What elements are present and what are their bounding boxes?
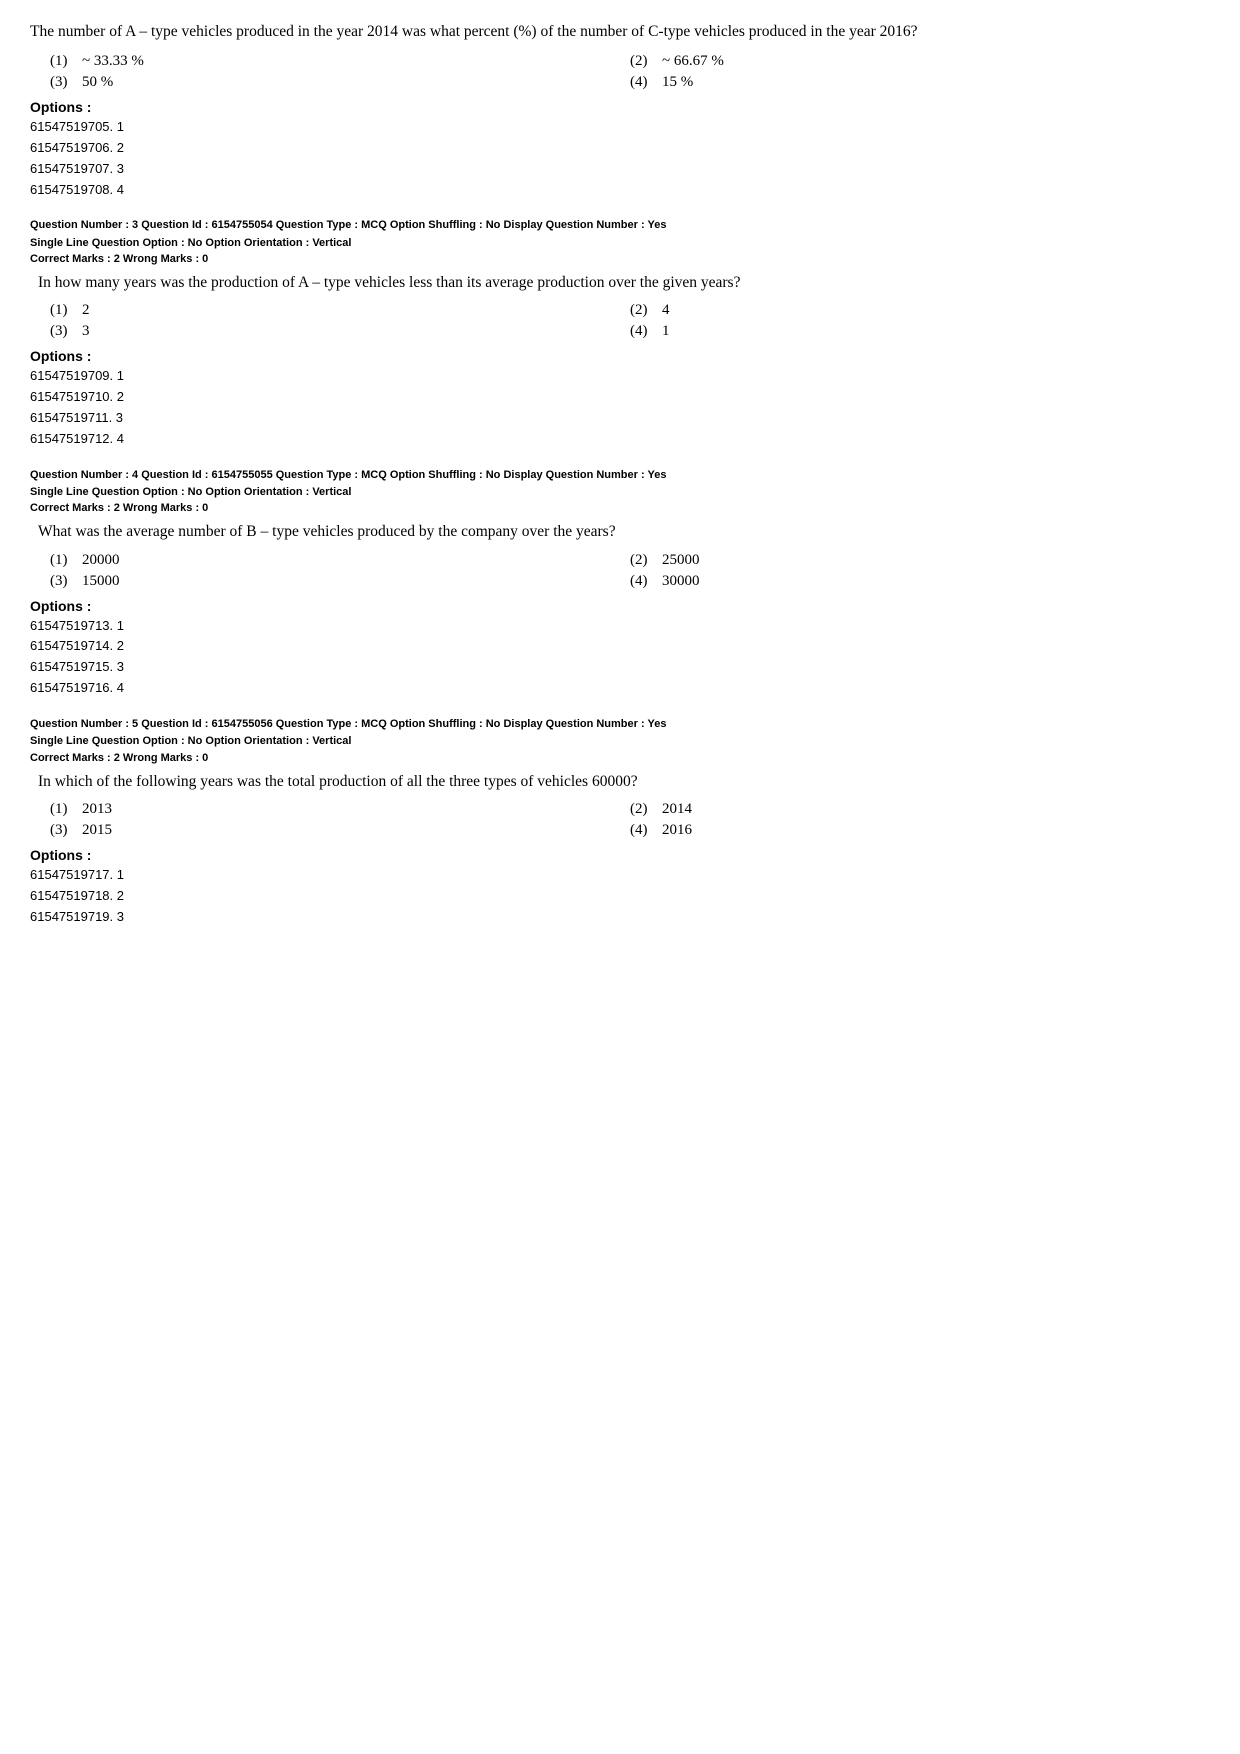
q4-opt-id-2: 61547519714. 2 xyxy=(30,636,1210,657)
q5-option-2: (2) 2014 xyxy=(630,801,1210,818)
q3-opt4-num: (4) xyxy=(630,323,650,340)
q5-opt4-num: (4) xyxy=(630,822,650,839)
q2-opt3-num: (3) xyxy=(50,74,70,91)
q4-options-grid: (1) 20000 (2) 25000 (3) 15000 (4) 30000 xyxy=(50,552,1210,590)
q3-question-text: In how many years was the production of … xyxy=(30,271,1210,294)
q2-opt2-val: ~ 66.67 % xyxy=(662,53,724,70)
q5-options-grid: (1) 2013 (2) 2014 (3) 2015 (4) 2016 xyxy=(50,801,1210,839)
q4-options-label: Options : xyxy=(30,598,1210,614)
q2-options-label: Options : xyxy=(30,99,1210,115)
q5-opt1-val: 2013 xyxy=(82,801,112,818)
q4-opt-id-3: 61547519715. 3 xyxy=(30,657,1210,678)
q2-option-2: (2) ~ 66.67 % xyxy=(630,53,1210,70)
q2-opt4-val: 15 % xyxy=(662,74,693,91)
q3-opt-id-4: 61547519712. 4 xyxy=(30,429,1210,450)
q5-option-1: (1) 2013 xyxy=(50,801,630,818)
q2-opt3-val: 50 % xyxy=(82,74,113,91)
q3-opt-id-2: 61547519710. 2 xyxy=(30,387,1210,408)
q5-opt-id-2: 61547519718. 2 xyxy=(30,886,1210,907)
q5-opt1-num: (1) xyxy=(50,801,70,818)
q4-option-4: (4) 30000 xyxy=(630,573,1210,590)
q4-opt2-num: (2) xyxy=(630,552,650,569)
q2-opt-id-1: 61547519705. 1 xyxy=(30,117,1210,138)
q3-option-1: (1) 2 xyxy=(50,302,630,319)
q3-opt1-val: 2 xyxy=(82,302,90,319)
q2-opt1-num: (1) xyxy=(50,53,70,70)
q5-meta-line2: Single Line Question Option : No Option … xyxy=(30,734,1210,749)
q4-meta-line1: Question Number : 4 Question Id : 615475… xyxy=(30,468,1210,483)
q3-correct-marks: Correct Marks : 2 Wrong Marks : 0 xyxy=(30,253,1210,265)
q5-option-4: (4) 2016 xyxy=(630,822,1210,839)
q5-opt3-num: (3) xyxy=(50,822,70,839)
q3-opt1-num: (1) xyxy=(50,302,70,319)
q4-opt-id-4: 61547519716. 4 xyxy=(30,678,1210,699)
q2-option-4: (4) 15 % xyxy=(630,74,1210,91)
q2-opt-id-2: 61547519706. 2 xyxy=(30,138,1210,159)
q3-options-list: 61547519709. 1 61547519710. 2 6154751971… xyxy=(30,366,1210,449)
q4-opt1-val: 20000 xyxy=(82,552,120,569)
q2-opt-id-3: 61547519707. 3 xyxy=(30,159,1210,180)
q3-option-2: (2) 4 xyxy=(630,302,1210,319)
q4-opt4-num: (4) xyxy=(630,573,650,590)
q5-opt-id-1: 61547519717. 1 xyxy=(30,865,1210,886)
q4-correct-marks: Correct Marks : 2 Wrong Marks : 0 xyxy=(30,502,1210,514)
q3-options-grid: (1) 2 (2) 4 (3) 3 (4) 1 xyxy=(50,302,1210,340)
question-3-block: Question Number : 3 Question Id : 615475… xyxy=(30,218,1210,449)
q4-option-1: (1) 20000 xyxy=(50,552,630,569)
q2-opt1-val: ~ 33.33 % xyxy=(82,53,144,70)
q5-opt-id-3: 61547519719. 3 xyxy=(30,907,1210,928)
q5-options-list: 61547519717. 1 61547519718. 2 6154751971… xyxy=(30,865,1210,927)
q3-opt2-val: 4 xyxy=(662,302,670,319)
q3-meta-line2: Single Line Question Option : No Option … xyxy=(30,236,1210,251)
q2-opt4-num: (4) xyxy=(630,74,650,91)
q5-opt2-val: 2014 xyxy=(662,801,692,818)
q4-option-3: (3) 15000 xyxy=(50,573,630,590)
q3-option-3: (3) 3 xyxy=(50,323,630,340)
q4-opt3-val: 15000 xyxy=(82,573,120,590)
intro-text: The number of A – type vehicles produced… xyxy=(30,20,1210,43)
q4-question-text: What was the average number of B – type … xyxy=(30,520,1210,543)
q4-opt4-val: 30000 xyxy=(662,573,700,590)
q4-option-2: (2) 25000 xyxy=(630,552,1210,569)
q3-option-4: (4) 1 xyxy=(630,323,1210,340)
q3-opt2-num: (2) xyxy=(630,302,650,319)
q5-opt2-num: (2) xyxy=(630,801,650,818)
q2-option-3: (3) 50 % xyxy=(50,74,630,91)
question-5-block: Question Number : 5 Question Id : 615475… xyxy=(30,717,1210,927)
q3-opt-id-1: 61547519709. 1 xyxy=(30,366,1210,387)
q5-meta-line1: Question Number : 5 Question Id : 615475… xyxy=(30,717,1210,732)
question-4-block: Question Number : 4 Question Id : 615475… xyxy=(30,468,1210,699)
q5-correct-marks: Correct Marks : 2 Wrong Marks : 0 xyxy=(30,752,1210,764)
q3-opt4-val: 1 xyxy=(662,323,670,340)
q4-opt3-num: (3) xyxy=(50,573,70,590)
q2-opt2-num: (2) xyxy=(630,53,650,70)
q3-meta-line1: Question Number : 3 Question Id : 615475… xyxy=(30,218,1210,233)
q5-question-text: In which of the following years was the … xyxy=(30,770,1210,793)
q3-options-label: Options : xyxy=(30,348,1210,364)
q5-options-label: Options : xyxy=(30,847,1210,863)
q4-opt-id-1: 61547519713. 1 xyxy=(30,616,1210,637)
q4-meta-line2: Single Line Question Option : No Option … xyxy=(30,485,1210,500)
q5-opt3-val: 2015 xyxy=(82,822,112,839)
q3-opt3-val: 3 xyxy=(82,323,90,340)
q3-opt-id-3: 61547519711. 3 xyxy=(30,408,1210,429)
q5-option-3: (3) 2015 xyxy=(50,822,630,839)
q5-opt4-val: 2016 xyxy=(662,822,692,839)
q2-options-grid: (1) ~ 33.33 % (2) ~ 66.67 % (3) 50 % (4)… xyxy=(50,53,1210,91)
q4-opt2-val: 25000 xyxy=(662,552,700,569)
q2-opt-id-4: 61547519708. 4 xyxy=(30,180,1210,201)
q3-opt3-num: (3) xyxy=(50,323,70,340)
q2-options-list: 61547519705. 1 61547519706. 2 6154751970… xyxy=(30,117,1210,200)
q4-options-list: 61547519713. 1 61547519714. 2 6154751971… xyxy=(30,616,1210,699)
q2-option-1: (1) ~ 33.33 % xyxy=(50,53,630,70)
q4-opt1-num: (1) xyxy=(50,552,70,569)
